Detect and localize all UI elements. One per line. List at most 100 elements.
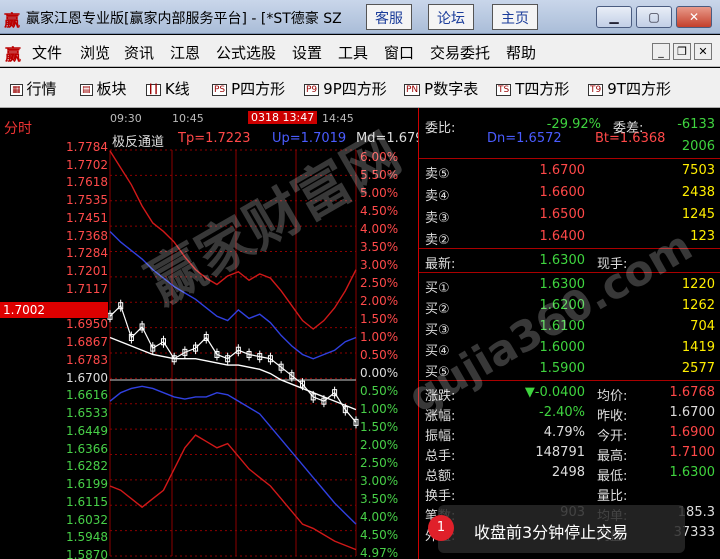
pct-tick-label: 3.50% <box>360 240 399 254</box>
customer-service-link[interactable]: 客服 <box>366 4 412 30</box>
stat-row: 总额: 2498 最低: 1.6300 <box>425 465 716 484</box>
ps-icon: PS <box>212 84 228 96</box>
toolbar-sectors-button[interactable]: ▤ 板块 <box>80 78 127 99</box>
sell-row[interactable]: 卖④ 1.6600 2438 <box>419 182 720 204</box>
close-button[interactable]: ✕ <box>676 6 712 28</box>
sell-volume: 7503 <box>681 163 715 178</box>
weicha-row: 2006 <box>419 136 720 158</box>
homepage-link[interactable]: 主页 <box>492 4 538 30</box>
y-tick-label: 1.6366 <box>66 441 108 456</box>
y-tick-label: 1.6115 <box>66 494 108 509</box>
buy-volume: 1262 <box>681 298 715 313</box>
y-tick-label: 1.7284 <box>66 246 108 261</box>
minimize-button[interactable]: ▁ <box>596 6 632 28</box>
toolbar-p-number-button[interactable]: PN P数字表 <box>404 78 478 99</box>
weicha-value-2: 2006 <box>681 139 715 154</box>
y-tick-label: 1.7368 <box>66 228 108 243</box>
menu-gann[interactable]: 江恩 <box>170 42 200 63</box>
y-tick-label: 1.6950 <box>66 317 108 332</box>
weibi-value: -29.92% <box>546 117 601 132</box>
weicha-value: -6133 <box>677 117 715 132</box>
stat-value: 1.6700 <box>669 405 716 420</box>
menu-formula[interactable]: 公式选股 <box>216 42 276 63</box>
pct-tick-label: 2.00% <box>360 438 399 452</box>
y-tick-label: 1.6783 <box>66 352 108 367</box>
y-tick-label: 1.7618 <box>66 175 108 190</box>
stat-value: 1.6900 <box>669 425 716 440</box>
y-tick-label: 1.7451 <box>66 210 108 225</box>
toolbar-9t-square-button[interactable]: T9 9T四方形 <box>588 78 671 99</box>
menu-file[interactable]: 文件 <box>32 42 62 63</box>
pct-tick-label: 3.00% <box>360 258 399 272</box>
sell-row[interactable]: 卖⑤ 1.6700 7503 <box>419 160 720 182</box>
pct-tick-label: 4.00% <box>360 222 399 236</box>
app-logo-icon: 赢 <box>4 11 21 30</box>
notification-toast[interactable]: 1 收盘前3分钟停止交易 <box>428 505 685 553</box>
buy-volume: 2577 <box>681 361 715 376</box>
legend-tp: Tp=1.7223 <box>178 131 251 146</box>
menu-settings[interactable]: 设置 <box>292 42 322 63</box>
menu-news[interactable]: 资讯 <box>124 42 154 63</box>
forum-link[interactable]: 论坛 <box>428 4 474 30</box>
toolbar-p-square-button[interactable]: PS P四方形 <box>212 78 285 99</box>
time-label-start: 09:30 <box>110 112 142 125</box>
y-tick-label: 1.6616 <box>66 388 108 403</box>
panel-label-fenshi[interactable]: 分时 <box>4 118 32 138</box>
y-tick-label: 1.6700 <box>66 370 108 385</box>
pct-tick-label: 0.50% <box>360 348 399 362</box>
maximize-button[interactable]: ▢ <box>636 6 672 28</box>
stat-row: 涨幅: -2.40% 昨收: 1.6700 <box>425 405 716 424</box>
ts-icon: TS <box>496 84 512 96</box>
menu-tools[interactable]: 工具 <box>338 42 368 63</box>
pct-tick-label: 3.50% <box>360 492 399 506</box>
y-tick-label: 1.6032 <box>66 512 108 527</box>
y-tick-label: 1.7117 <box>66 281 108 296</box>
menu-window[interactable]: 窗口 <box>384 42 414 63</box>
y-tick-label: 1.5870 <box>66 548 108 559</box>
toolbar-t-square-button[interactable]: TS T四方形 <box>496 78 569 99</box>
pct-tick-label: 2.00% <box>360 294 399 308</box>
mdi-close-button[interactable]: ✕ <box>694 43 712 60</box>
stat-value: 2498 <box>551 465 585 480</box>
grid-icon: ▦ <box>10 84 23 96</box>
y-tick-label: 1.7535 <box>66 193 108 208</box>
buy-volume: 1419 <box>681 340 715 355</box>
y-tick-label: 1.7784 <box>66 140 108 154</box>
stat-row: 振幅: 4.79% 今开: 1.6900 <box>425 425 716 444</box>
stat-value: 1.7100 <box>669 445 716 460</box>
menu-browse[interactable]: 浏览 <box>80 42 110 63</box>
toolbar-kline-button[interactable]: ┃┃ K线 <box>146 78 190 99</box>
stat-value: 1.6768 <box>669 385 716 400</box>
stat-value: 4.79% <box>543 425 585 440</box>
stat-value: -2.40% <box>539 405 585 420</box>
pct-tick-label: 4.00% <box>360 510 399 524</box>
sell-volume: 123 <box>690 229 715 244</box>
app-window: 赢 赢家江恩专业版[赢家内部服务平台] - [*ST德豪 SZ 客服 论坛 主页… <box>0 0 720 559</box>
window-title: 赢家江恩专业版[赢家内部服务平台] - [*ST德豪 SZ <box>26 11 342 27</box>
separator <box>419 158 720 159</box>
candles-icon: ┃┃ <box>146 84 161 96</box>
blocks-icon: ▤ <box>80 84 93 96</box>
mdi-minimize-button[interactable]: _ <box>652 43 670 60</box>
buy-price: 1.5900 <box>539 361 586 376</box>
y-tick-label: 1.7702 <box>66 157 108 172</box>
pct-tick-label: 1.50% <box>360 420 399 434</box>
sell-price: 1.6500 <box>539 207 586 222</box>
toolbar-9p-square-button[interactable]: P9 9P四方形 <box>304 78 387 99</box>
menu-logo-icon: 赢 <box>5 45 22 64</box>
menu-trade[interactable]: 交易委托 <box>430 42 490 63</box>
pct-tick-label: 3.00% <box>360 474 399 488</box>
toolbar-quotes-button[interactable]: ▦ 行情 <box>10 78 57 99</box>
current-price-tag: 1.7002 <box>0 302 108 318</box>
indicator-name: 极反通道 <box>112 135 165 150</box>
menu-help[interactable]: 帮助 <box>506 42 536 63</box>
stat-value: 1.6300 <box>669 465 716 480</box>
pct-tick-label: 0.00% <box>360 366 399 380</box>
stat-value: ▼-0.0400 <box>524 385 585 400</box>
pct-tick-label: 0.50% <box>360 384 399 398</box>
sell-volume: 2438 <box>681 185 715 200</box>
y-tick-label: 1.6867 <box>66 335 108 350</box>
mdi-restore-button[interactable]: ❐ <box>673 43 691 60</box>
sell-price: 1.6600 <box>539 185 586 200</box>
y-tick-label: 1.7201 <box>66 264 108 279</box>
